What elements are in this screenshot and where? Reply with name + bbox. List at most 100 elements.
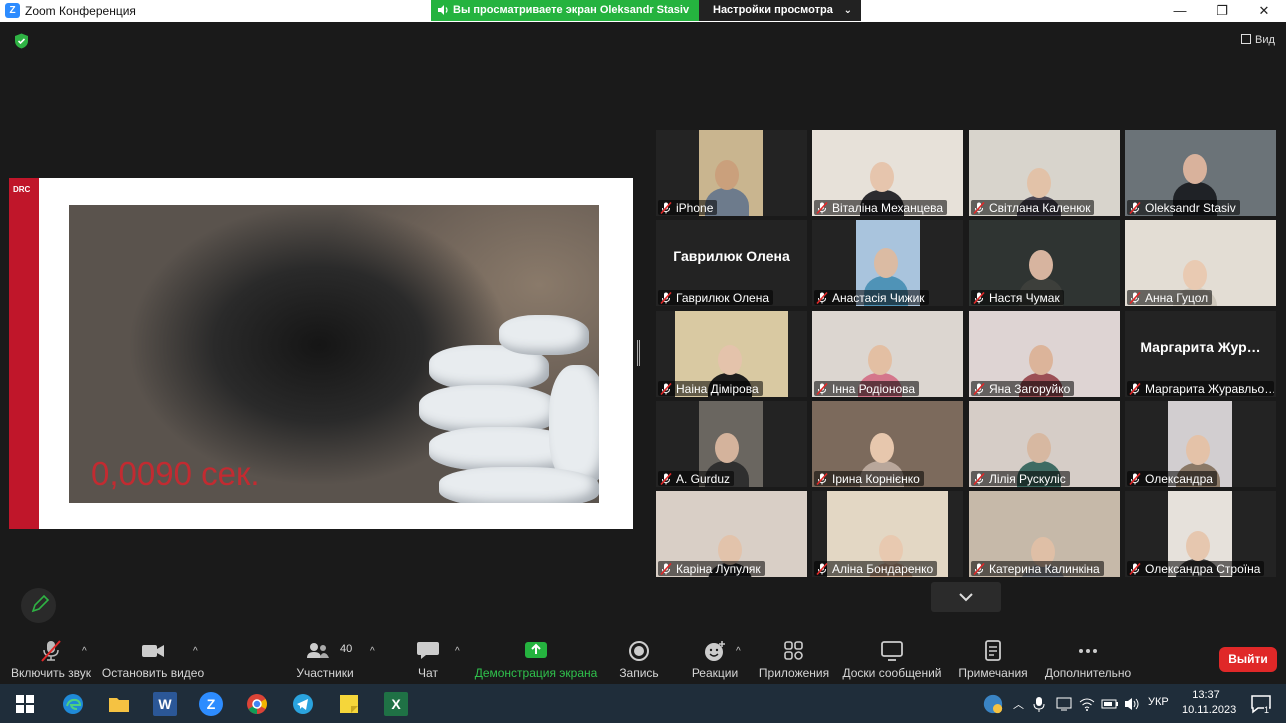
- participants-count: 40: [340, 643, 353, 655]
- stop-video-button[interactable]: Остановить видео: [100, 634, 206, 684]
- record-icon: [629, 641, 649, 661]
- participant-face: [874, 248, 898, 278]
- view-label: Вид: [1255, 34, 1275, 46]
- participant-tile[interactable]: Анастасія Чижик: [812, 220, 963, 306]
- participant-tile[interactable]: Катерина Калинкіна: [969, 491, 1120, 577]
- stop-video-label: Остановить видео: [101, 666, 205, 680]
- window-title: Zoom Конференция: [25, 4, 136, 18]
- video-options-caret[interactable]: ^: [193, 646, 198, 657]
- whiteboards-button[interactable]: Доски сообщений: [840, 634, 944, 684]
- participant-tile[interactable]: Каріна Лупуляк: [656, 491, 807, 577]
- participant-name: Інна Родіонова: [814, 381, 920, 396]
- file-explorer-icon[interactable]: [107, 692, 131, 716]
- sandbag: [549, 365, 599, 485]
- encryption-shield-icon[interactable]: [14, 33, 29, 49]
- battery-icon[interactable]: [1101, 697, 1119, 711]
- chrome-icon[interactable]: [245, 692, 269, 716]
- share-screen-button[interactable]: Демонстрация экрана: [474, 634, 598, 684]
- tray-microphone-icon[interactable]: [1032, 696, 1046, 712]
- participant-tile[interactable]: Анна Гуцол: [1125, 220, 1276, 306]
- telegram-icon[interactable]: [291, 692, 315, 716]
- tray-display-icon[interactable]: [1056, 696, 1072, 712]
- participant-tile[interactable]: Oleksandr Stasiv: [1125, 130, 1276, 216]
- participant-name: Гаврилюк Олена: [658, 290, 774, 305]
- excel-icon[interactable]: X: [384, 692, 408, 716]
- chat-button[interactable]: Чат: [402, 634, 454, 684]
- participant-tile[interactable]: Маргарита Жур… Маргарита Журавльо…: [1125, 311, 1276, 397]
- clock-date: 10.11.2023: [1182, 704, 1237, 716]
- participant-tile[interactable]: Олександра Строїна: [1125, 491, 1276, 577]
- muted-mic-icon: [660, 473, 672, 485]
- unmute-button[interactable]: Включить звук: [4, 634, 98, 684]
- participant-tile[interactable]: Настя Чумак: [969, 220, 1120, 306]
- word-icon[interactable]: W: [153, 692, 177, 716]
- participant-tile[interactable]: Яна Загоруйко: [969, 311, 1120, 397]
- view-settings-button[interactable]: Настройки просмотра ⌄: [699, 0, 861, 21]
- help-icon[interactable]: [982, 693, 1004, 715]
- participant-face: [718, 345, 742, 375]
- participant-tile[interactable]: Світлана Каленюк: [969, 130, 1120, 216]
- whiteboards-label: Доски сообщений: [842, 666, 942, 680]
- record-button[interactable]: Запись: [612, 634, 666, 684]
- chat-options-caret[interactable]: ^: [455, 646, 460, 657]
- participant-tile[interactable]: Ірина Корнієнко: [812, 401, 963, 487]
- grid-view-icon: [1241, 34, 1251, 44]
- gallery-scroll-down-button[interactable]: [931, 582, 1001, 612]
- more-button[interactable]: Дополнительно: [1042, 634, 1134, 684]
- drc-logo: DRC: [13, 185, 31, 194]
- participants-options-caret[interactable]: ^: [370, 646, 375, 657]
- sticky-notes-icon[interactable]: [337, 692, 361, 716]
- reactions-button[interactable]: Реакции: [688, 634, 742, 684]
- minimize-button[interactable]: —: [1158, 0, 1202, 22]
- participant-tile[interactable]: Аліна Бондаренко: [812, 491, 963, 577]
- share-banner-text: Вы просматриваете экран Oleksandr Stasiv: [453, 4, 690, 16]
- sandbag: [419, 385, 559, 433]
- split-resize-handle[interactable]: [637, 340, 640, 366]
- muted-mic-icon: [1129, 563, 1141, 575]
- volume-icon[interactable]: [1124, 696, 1140, 712]
- participant-name: Аліна Бондаренко: [814, 561, 938, 576]
- view-settings-label: Настройки просмотра: [713, 4, 833, 16]
- muted-mic-icon: [973, 383, 985, 395]
- participant-tile[interactable]: A. Gurduz: [656, 401, 807, 487]
- participant-name: Лілія Рускуліс: [971, 471, 1070, 486]
- annotate-button[interactable]: [21, 588, 56, 623]
- tray-chevron-up-icon[interactable]: ︿: [1013, 696, 1024, 712]
- participant-tile[interactable]: Інна Родіонова: [812, 311, 963, 397]
- reactions-label: Реакции: [691, 666, 739, 680]
- keyboard-language[interactable]: УКР: [1148, 696, 1169, 708]
- system-clock[interactable]: 13:37 10.11.2023: [1182, 688, 1237, 718]
- pencil-icon: [31, 594, 50, 613]
- zoom-taskbar-icon[interactable]: Z: [199, 692, 223, 716]
- view-button[interactable]: Вид: [1241, 34, 1275, 46]
- notes-button[interactable]: Примечания: [954, 634, 1032, 684]
- participant-name: Ірина Корнієнко: [814, 471, 924, 486]
- muted-mic-icon: [816, 383, 828, 395]
- participant-tile[interactable]: Віталіна Механцева: [812, 130, 963, 216]
- participant-tile[interactable]: iPhone: [656, 130, 807, 216]
- participant-tile[interactable]: Гаврилюк Олена Гаврилюк Олена: [656, 220, 807, 306]
- participant-name-card: Маргарита Жур…: [1140, 339, 1261, 355]
- muted-mic-icon: [816, 563, 828, 575]
- windows-start-icon[interactable]: [13, 692, 37, 716]
- close-button[interactable]: ✕: [1242, 0, 1286, 22]
- maximize-button[interactable]: ❐: [1200, 0, 1244, 22]
- participant-face: [1027, 168, 1051, 198]
- edge-browser-icon[interactable]: [61, 692, 85, 716]
- participant-tile[interactable]: Лілія Рускуліс: [969, 401, 1120, 487]
- audio-options-caret[interactable]: ^: [82, 646, 87, 657]
- participant-tile[interactable]: Наіна Дімірова: [656, 311, 807, 397]
- leave-button[interactable]: Выйти: [1219, 647, 1277, 672]
- muted-mic-icon: [816, 202, 828, 214]
- video-camera-icon: [142, 645, 164, 657]
- participant-tile[interactable]: Олександра: [1125, 401, 1276, 487]
- reactions-options-caret[interactable]: ^: [736, 646, 741, 657]
- wifi-icon[interactable]: [1079, 696, 1095, 712]
- notes-label: Примечания: [958, 666, 1028, 680]
- muted-mic-icon: [1129, 383, 1141, 395]
- participants-button[interactable]: 40 Участники: [288, 634, 362, 684]
- participant-name: Віталіна Механцева: [814, 200, 948, 215]
- participant-name: Світлана Каленюк: [971, 200, 1095, 215]
- apps-button[interactable]: Приложения: [758, 634, 830, 684]
- muted-mic-icon: [816, 292, 828, 304]
